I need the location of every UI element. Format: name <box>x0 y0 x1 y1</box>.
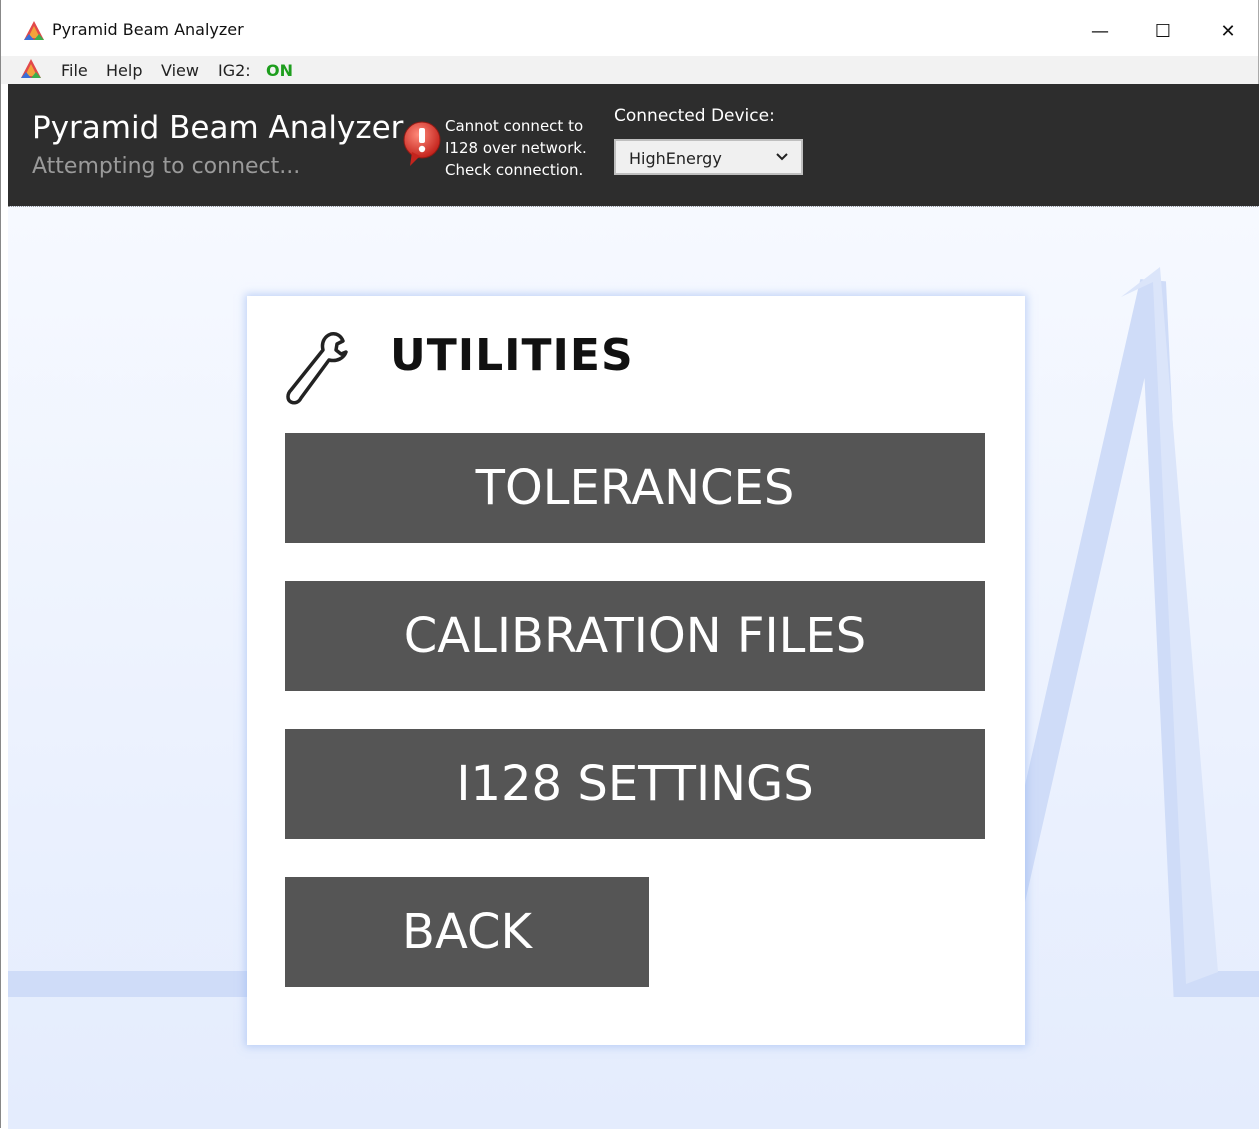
app-name: Pyramid Beam Analyzer <box>32 110 404 146</box>
warning-line-3: Check connection. <box>445 161 584 179</box>
pyramid-app-icon <box>24 21 44 40</box>
back-button[interactable]: BACK <box>285 877 649 987</box>
tolerances-button[interactable]: TOLERANCES <box>285 433 985 543</box>
connection-warning: Cannot connect to I128 over network. Che… <box>445 115 605 181</box>
back-button-label: BACK <box>402 904 532 960</box>
menu-ig2[interactable]: IG2: <box>218 61 251 80</box>
minimize-button[interactable]: — <box>1077 14 1123 48</box>
main-content: UTILITIES TOLERANCES CALIBRATION FILES I… <box>8 206 1259 1129</box>
title-bar[interactable]: Pyramid Beam Analyzer — ☐ ✕ <box>1 0 1258 56</box>
maximize-icon: ☐ <box>1154 20 1172 42</box>
warning-line-2: I128 over network. <box>445 139 587 157</box>
tolerances-button-label: TOLERANCES <box>475 460 795 516</box>
calibration-files-button[interactable]: CALIBRATION FILES <box>285 581 985 691</box>
app-window: Pyramid Beam Analyzer — ☐ ✕ File Help Vi… <box>0 0 1259 1129</box>
i128-settings-button-label: I128 SETTINGS <box>456 756 814 812</box>
pyramid-menu-icon[interactable] <box>20 58 42 80</box>
window-title: Pyramid Beam Analyzer <box>52 20 244 39</box>
connected-device-value: HighEnergy <box>629 149 722 168</box>
maximize-button[interactable]: ☐ <box>1140 14 1186 48</box>
menu-bar: File Help View IG2: ON <box>1 56 1258 84</box>
i128-settings-button[interactable]: I128 SETTINGS <box>285 729 985 839</box>
close-icon: ✕ <box>1220 20 1236 42</box>
calibration-files-button-label: CALIBRATION FILES <box>403 608 867 664</box>
warning-line-1: Cannot connect to <box>445 117 584 135</box>
error-bubble-icon <box>403 121 441 166</box>
utilities-panel: UTILITIES TOLERANCES CALIBRATION FILES I… <box>247 296 1025 1045</box>
app-header: Pyramid Beam Analyzer Attempting to conn… <box>8 84 1259 206</box>
connected-device-dropdown[interactable]: HighEnergy <box>614 139 803 175</box>
ig2-status-badge: ON <box>266 61 293 80</box>
connected-device-label: Connected Device: <box>614 106 775 126</box>
menu-help[interactable]: Help <box>106 61 142 80</box>
chevron-down-icon <box>776 153 788 161</box>
connection-status: Attempting to connect... <box>32 154 301 179</box>
close-button[interactable]: ✕ <box>1205 14 1251 48</box>
menu-file[interactable]: File <box>61 61 88 80</box>
menu-view[interactable]: View <box>161 61 199 80</box>
minimize-icon: — <box>1091 20 1109 42</box>
wrench-icon <box>286 332 348 405</box>
utilities-title: UTILITIES <box>390 330 634 381</box>
